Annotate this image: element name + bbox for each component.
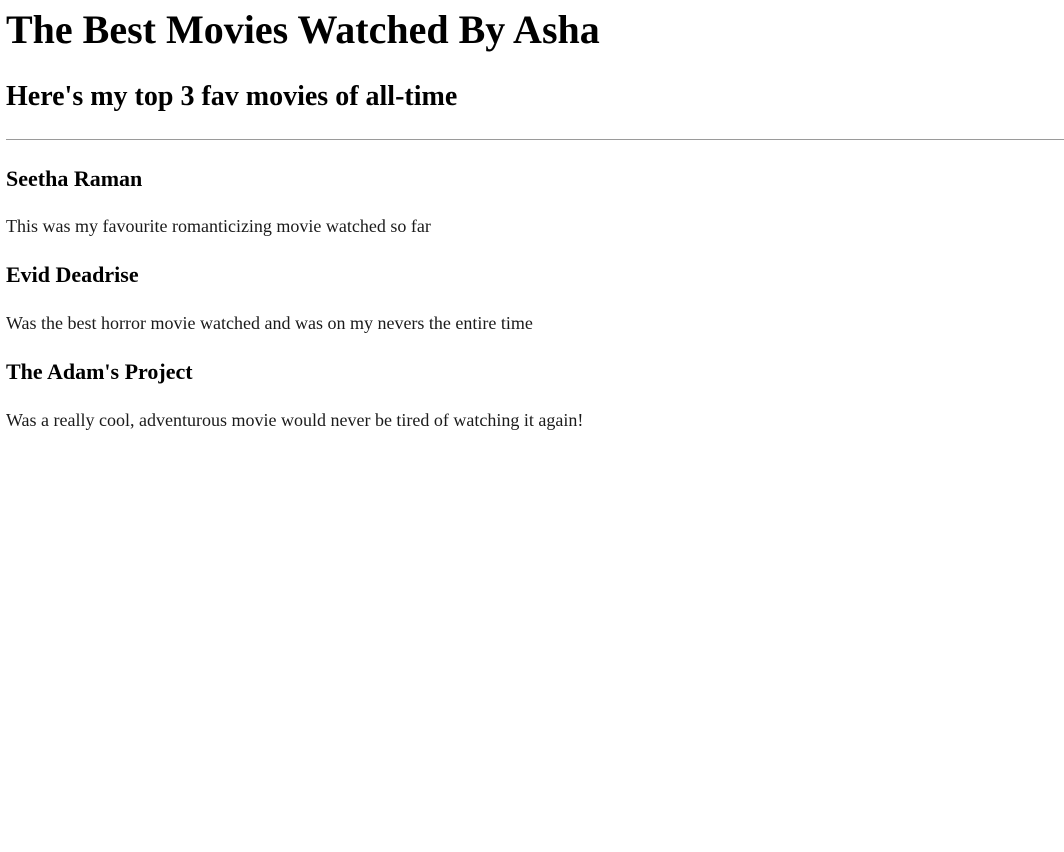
movie-description: Was the best horror movie watched and wa… — [6, 313, 533, 333]
movie-title: Evid Deadrise — [6, 262, 139, 287]
movie-title: The Adam's Project — [6, 359, 193, 384]
movie-description: Was a really cool, adventurous movie wou… — [6, 410, 584, 430]
page: The Best Movies Watched By Asha Here's m… — [0, 0, 1064, 852]
horizontal-divider — [6, 139, 1064, 140]
movie-title: Seetha Raman — [6, 166, 143, 191]
movie-description: This was my favourite romanticizing movi… — [6, 216, 431, 236]
page-title: The Best Movies Watched By Asha — [6, 7, 600, 52]
page-subtitle: Here's my top 3 fav movies of all-time — [6, 81, 458, 112]
